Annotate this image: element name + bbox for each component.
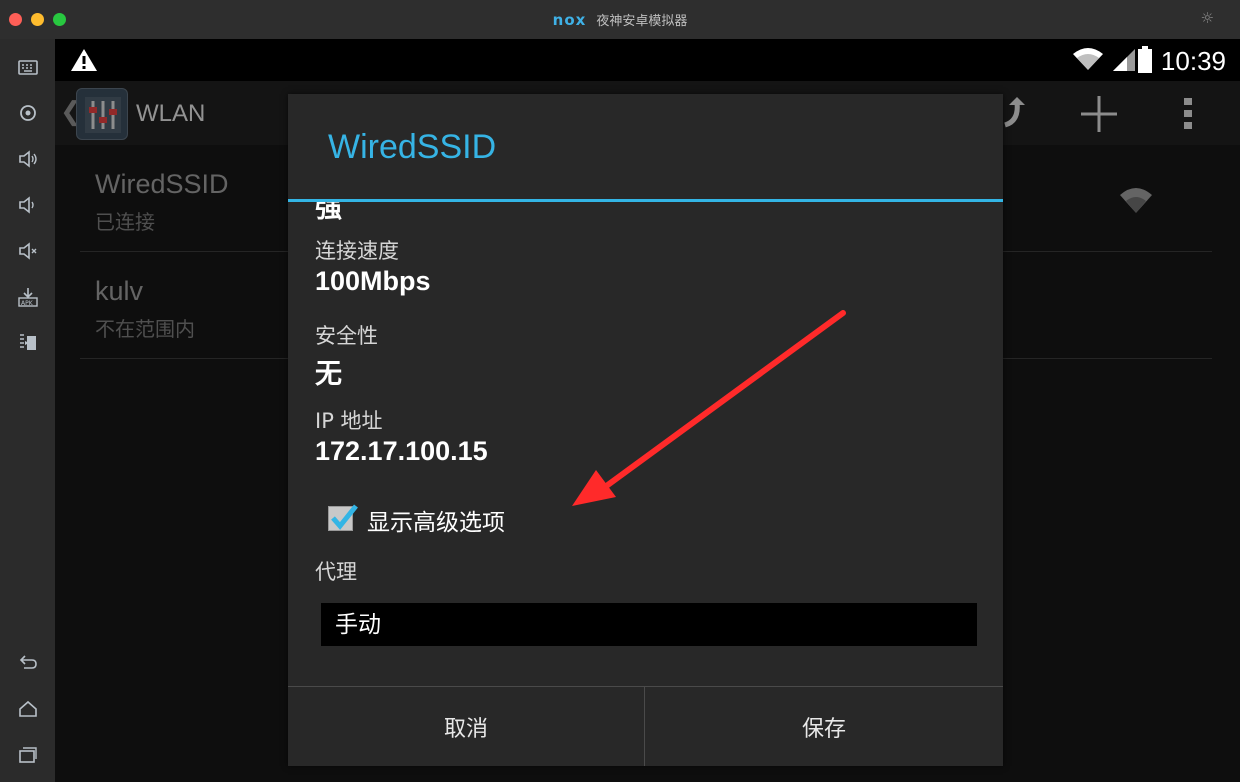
- signal-icon: [1113, 49, 1135, 71]
- ip-address-label: IP 地址: [315, 409, 383, 433]
- proxy-select[interactable]: 手动: [321, 603, 977, 646]
- android-screen: 10:39 ❮ WLAN WiredSSID 已连接 kulv 不在范围内 Wi…: [55, 39, 1240, 782]
- svg-text:APK: APK: [21, 300, 34, 307]
- apk-install-icon[interactable]: APK: [14, 283, 42, 311]
- emulator-toolbar: APK: [0, 39, 55, 782]
- checkmark-icon: [331, 504, 358, 530]
- dialog-body[interactable]: 强 连接速度 100Mbps 安全性 无 IP 地址 172.17.100.15…: [288, 202, 1003, 686]
- window-title: nox 夜神安卓模拟器: [0, 10, 1240, 29]
- dialog-button-bar: 取消 保存: [288, 686, 1003, 766]
- warning-icon: [71, 49, 97, 71]
- cancel-button[interactable]: 取消: [288, 687, 645, 766]
- wifi-icon: [1073, 48, 1103, 70]
- save-button[interactable]: 保存: [645, 687, 1003, 766]
- status-clock: 10:39: [1160, 46, 1226, 76]
- mute-icon[interactable]: [14, 237, 42, 265]
- wifi-details-dialog: WiredSSID 强 连接速度 100Mbps 安全性 无 IP 地址 172…: [288, 94, 1003, 766]
- advanced-options-label: 显示高级选项: [367, 510, 505, 536]
- keyboard-icon[interactable]: [14, 53, 42, 81]
- status-bar: 10:39: [55, 39, 1240, 81]
- signal-strength-value: 强: [315, 202, 342, 223]
- home-icon[interactable]: [14, 695, 42, 723]
- advanced-options-checkbox[interactable]: [328, 504, 358, 531]
- volume-up-icon[interactable]: [14, 145, 42, 173]
- proxy-label: 代理: [315, 560, 357, 584]
- link-speed-value: 100Mbps: [315, 266, 431, 296]
- recents-icon[interactable]: [14, 741, 42, 769]
- location-icon[interactable]: [14, 99, 42, 127]
- app-name: 夜神安卓模拟器: [596, 14, 688, 29]
- back-icon[interactable]: [14, 649, 42, 677]
- battery-icon: [1138, 46, 1152, 73]
- ip-address-value: 172.17.100.15: [315, 436, 488, 466]
- window-titlebar: nox 夜神安卓模拟器 ☼: [0, 0, 1240, 39]
- nox-logo: nox: [552, 11, 587, 29]
- security-label: 安全性: [315, 324, 378, 348]
- dialog-title: WiredSSID: [328, 128, 497, 166]
- proxy-select-value: 手动: [335, 612, 381, 638]
- multi-window-icon[interactable]: [14, 329, 42, 357]
- security-value: 无: [315, 359, 342, 389]
- link-speed-label: 连接速度: [315, 239, 399, 263]
- volume-down-icon[interactable]: [14, 191, 42, 219]
- gear-icon[interactable]: ☼: [1201, 9, 1214, 27]
